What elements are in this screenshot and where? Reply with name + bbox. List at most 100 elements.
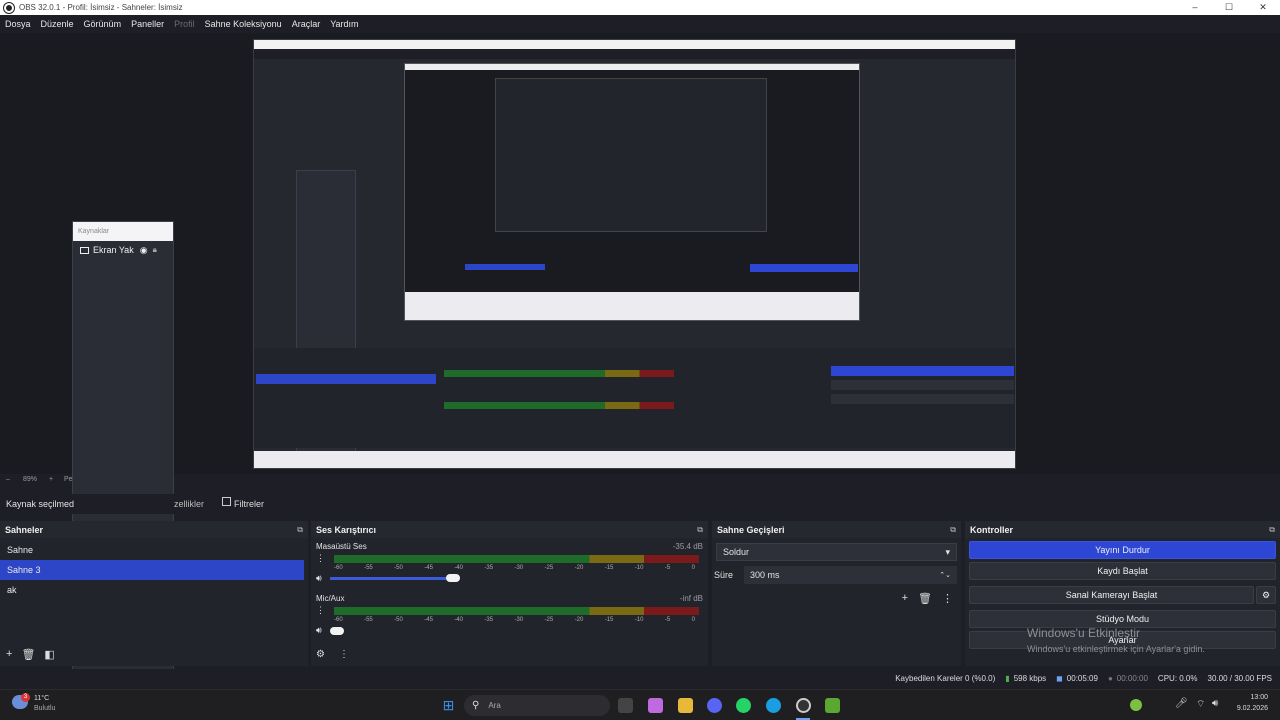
file-explorer-icon[interactable] [678, 698, 693, 713]
discord-icon[interactable] [707, 698, 722, 713]
weather-temp: 11°C [34, 695, 50, 702]
menu-tools[interactable]: Araçlar [292, 19, 321, 29]
spin-icon[interactable]: ⌃⌄ [939, 571, 951, 579]
menu-profile[interactable]: Profil [174, 19, 195, 29]
gear-icon[interactable]: ⚙ [1256, 586, 1276, 604]
transition-select[interactable]: Soldur ▾ [716, 543, 957, 561]
volume-slider[interactable] [330, 574, 460, 582]
zoom-level: 89% [23, 476, 38, 483]
window-title: OBS 32.0.1 - Profil: İsimsiz - Sahneler:… [19, 3, 183, 12]
maximize-button[interactable]: ☐ [1212, 0, 1246, 15]
window-title-bar: OBS 32.0.1 - Profil: İsimsiz - Sahneler:… [0, 0, 1280, 15]
add-transition-icon[interactable]: + [902, 592, 908, 605]
search-icon: ⚲ [472, 700, 480, 711]
weather-desc: Bulutlu [34, 705, 56, 712]
volume-slider-handle[interactable] [446, 574, 460, 582]
stop-stream-button[interactable]: Yayını Durdur [969, 541, 1276, 559]
clock-time[interactable]: 13:00 [1232, 694, 1268, 701]
scene-filters-icon[interactable]: ◧ [44, 648, 54, 661]
undock-icon[interactable]: ⧉ [297, 525, 303, 535]
taskbar-search[interactable]: ⚲ Ara [464, 695, 610, 716]
whatsapp-icon[interactable] [736, 698, 751, 713]
speaker-icon[interactable]: 🔊︎ [316, 573, 330, 584]
activation-watermark-title: Windows'u Etkinleştir [1027, 626, 1140, 640]
menu-file[interactable]: Dosya [5, 19, 31, 29]
status-bar: Kaybedilen Kareler 0 (%0.0) ▮ 598 kbps ◼… [0, 669, 1280, 687]
volume-meter [334, 554, 699, 563]
menu-docks[interactable]: Paneller [131, 19, 164, 29]
controls-title: Kontroller [970, 524, 1014, 535]
start-button-icon[interactable]: ⊞ [441, 697, 456, 713]
clock-date[interactable]: 9.02.2026 [1226, 705, 1268, 712]
remove-scene-icon[interactable]: 🗑︎ [21, 648, 35, 661]
undock-icon[interactable]: ⧉ [697, 525, 703, 535]
record-time: 00:00:00 [1116, 673, 1148, 683]
close-button[interactable]: ✕ [1246, 0, 1280, 15]
stream-time: 00:05:09 [1066, 673, 1098, 683]
speaker-icon[interactable]: 🔊︎ [316, 625, 330, 636]
audio-mixer-dock: Ses Karıştırıcı ⧉ Masaüstü Ses -35.4 dB ⋮… [311, 521, 708, 666]
obs-taskbar-icon[interactable] [796, 698, 811, 713]
menu-bar: Dosya Düzenle Görünüm Paneller Profil Sa… [0, 15, 1280, 33]
filters-button[interactable]: Filtreler [234, 499, 264, 509]
menu-view[interactable]: Görünüm [84, 19, 122, 29]
undock-icon[interactable]: ⧉ [950, 525, 956, 535]
volume-slider-handle[interactable] [330, 626, 344, 635]
chevron-down-icon: ▾ [945, 546, 950, 557]
source-item[interactable]: Ekran Yak ◉ 🔒︎ [73, 241, 173, 259]
start-virtual-camera-button[interactable]: Sanal Kamerayı Başlat [969, 586, 1254, 604]
bitrate: 598 kbps [1013, 673, 1047, 683]
remove-transition-icon[interactable]: 🗑︎ [918, 592, 932, 605]
sources-panel-header: Kaynaklar [73, 222, 173, 241]
advanced-audio-icon[interactable]: ⚙︎ [316, 649, 325, 660]
microphone-icon[interactable]: 🎤︎ [1175, 698, 1188, 709]
transitions-dock: Sahne Geçişleri ⧉ Soldur ▾ Süre 300 ms ⌃⌄… [712, 521, 961, 666]
lock-icon[interactable]: 🔒︎ [153, 245, 157, 255]
signal-icon: ▮ [1005, 673, 1010, 683]
task-view-icon[interactable] [618, 698, 633, 713]
scene-item[interactable]: ak [0, 580, 308, 600]
cpu-usage: CPU: 0.0% [1157, 673, 1198, 683]
mixer-menu-icon[interactable]: ⋮ [339, 649, 349, 660]
minecraft-icon[interactable] [825, 698, 840, 713]
windows-taskbar: 3 11°C Bulutlu ⊞ ⚲ Ara 🎤︎ ⌔ 🔊︎ 13:00 9.0… [0, 689, 1280, 720]
menu-edit[interactable]: Düzenle [41, 19, 74, 29]
minimize-button[interactable]: – [1178, 0, 1212, 15]
zoom-bar: – 89% + Pe [0, 476, 1280, 488]
meter-scale: -60 -55 -50 -45 -40 -35 -30 -25 -20 -15 -10 -5 0 [334, 565, 695, 571]
tray-app-icon[interactable] [1130, 699, 1142, 711]
capture-menubar [254, 49, 1015, 59]
weather-badge: 3 [21, 693, 30, 702]
meter-scale: -60 -55 -50 -45 -40 -35 -30 -25 -20 -15 -10 -5 0 [334, 617, 695, 623]
eye-icon[interactable]: ◉ [140, 245, 148, 256]
obs-logo-icon [4, 2, 14, 13]
transitions-title: Sahne Geçişleri [717, 524, 785, 535]
transition-select-value: Soldur [723, 547, 750, 557]
duration-input[interactable]: 300 ms ⌃⌄ [744, 566, 957, 584]
zoom-in-button[interactable]: + [49, 476, 53, 483]
copilot-icon[interactable] [648, 698, 663, 713]
start-recording-button[interactable]: Kaydı Başlat [969, 562, 1276, 580]
volume-icon[interactable]: 🔊︎ [1212, 698, 1218, 709]
zoom-out-button[interactable]: – [6, 476, 10, 483]
volume-meter [334, 606, 699, 615]
source-item-label: Ekran Yak [93, 245, 134, 255]
menu-help[interactable]: Yardım [330, 19, 358, 29]
menu-scene-collection[interactable]: Sahne Koleksiyonu [205, 19, 282, 29]
mixer-title: Ses Karıştırıcı [316, 524, 377, 535]
duration-label: Süre [714, 570, 734, 580]
scene-item[interactable]: Sahne [0, 540, 308, 560]
track-name: Masaüstü Ses [316, 542, 367, 551]
transition-menu-icon[interactable]: ⋮ [942, 592, 953, 605]
undock-icon[interactable]: ⧉ [1269, 525, 1275, 535]
network-icon[interactable]: ⌔ [1196, 698, 1205, 711]
edge-icon[interactable] [766, 698, 781, 713]
add-scene-icon[interactable]: + [6, 648, 12, 661]
source-selection-label: Kaynak seçilmed [6, 499, 75, 509]
menu-dots-icon[interactable]: ⋮ [316, 605, 330, 616]
dropped-frames: Kaybedilen Kareler 0 (%0.0) [895, 673, 996, 683]
capture-inner-window [404, 63, 860, 321]
menu-dots-icon[interactable]: ⋮ [316, 553, 330, 564]
properties-button[interactable]: zellikler [174, 499, 204, 509]
scene-item-selected[interactable]: Sahne 3 [0, 560, 304, 580]
